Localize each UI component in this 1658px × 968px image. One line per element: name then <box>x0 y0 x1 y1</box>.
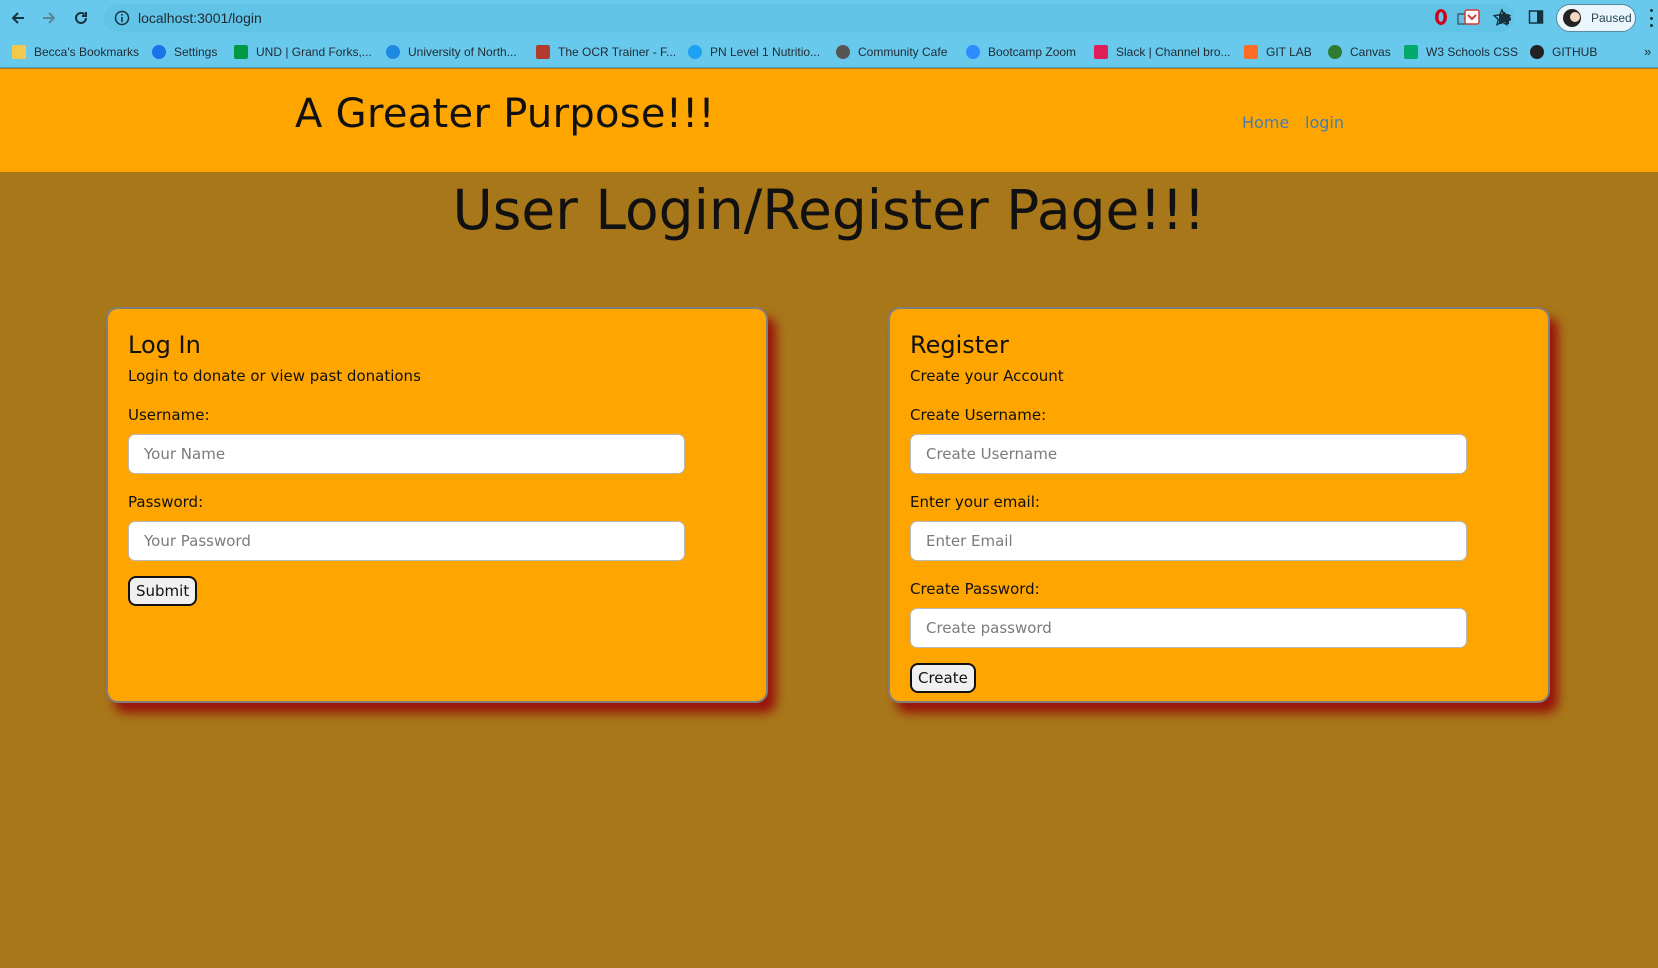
bookmark-item[interactable]: Becca's Bookmarks <box>12 43 139 61</box>
bookmark-label: University of North... <box>408 45 517 59</box>
address-bar[interactable]: localhost:3001/login <box>104 4 1514 32</box>
bookmark-label: UND | Grand Forks,... <box>256 45 372 59</box>
brand-title: A Greater Purpose!!! <box>295 91 715 137</box>
slack-icon <box>1094 45 1108 59</box>
cloud-icon <box>386 45 400 59</box>
bookmark-label: Bootcamp Zoom <box>988 45 1077 59</box>
create-username-label: Create Username: <box>910 406 1047 424</box>
login-card-title: Log In <box>128 331 201 359</box>
bookmark-item[interactable]: UND | Grand Forks,... <box>234 43 372 61</box>
canvas-icon <box>1328 45 1342 59</box>
back-button[interactable] <box>5 5 31 31</box>
bookmark-label: PN Level 1 Nutritio... <box>710 45 821 59</box>
reload-button[interactable] <box>68 5 94 31</box>
extensions-menu[interactable] <box>1494 6 1516 28</box>
bookmark-label: Settings <box>174 45 218 59</box>
side-panel-button[interactable] <box>1525 6 1547 28</box>
page-title: User Login/Register Page!!! <box>452 178 1206 242</box>
ocr-icon <box>536 45 550 59</box>
bookmark-label: Community Cafe <box>858 45 948 59</box>
email-input[interactable] <box>910 521 1467 561</box>
und-icon <box>234 45 248 59</box>
gear-icon <box>152 45 166 59</box>
back-arrow-icon <box>11 12 24 24</box>
bookmark-item[interactable]: The OCR Trainer - F... <box>536 43 676 61</box>
site-header: A Greater Purpose!!! Home login <box>0 69 1658 172</box>
create-password-label: Create Password: <box>910 580 1040 598</box>
forward-button[interactable] <box>36 5 62 31</box>
profile-button[interactable]: Paused <box>1556 4 1636 32</box>
more-bookmarks-icon[interactable]: » <box>1644 44 1651 59</box>
reload-icon <box>75 11 87 24</box>
folder-icon <box>12 45 26 59</box>
bookmark-label: W3 Schools CSS <box>1426 45 1519 59</box>
bookmark-item[interactable]: Community Cafe <box>836 43 947 61</box>
create-button[interactable]: Create <box>910 663 976 693</box>
address-url[interactable]: localhost:3001/login <box>138 10 262 26</box>
shield-extension-icon <box>1435 9 1447 25</box>
pn-icon <box>688 45 702 59</box>
register-card: Register Create your Account Create User… <box>888 307 1550 703</box>
bookmark-item[interactable]: Slack | Channel bro... <box>1094 43 1231 61</box>
github-icon <box>1530 45 1544 59</box>
username-input[interactable] <box>128 434 685 474</box>
bookmark-item[interactable]: GIT LAB <box>1244 43 1312 61</box>
create-password-input[interactable] <box>910 608 1467 648</box>
create-username-input[interactable] <box>910 434 1467 474</box>
bookmark-item[interactable]: GITHUB <box>1530 43 1597 61</box>
w3schools-icon <box>1404 45 1418 59</box>
bookmark-label: Becca's Bookmarks <box>34 45 139 59</box>
browser-toolbar: localhost:3001/login Paused <box>0 0 1658 36</box>
login-card-subtitle: Login to donate or view past donations <box>128 367 421 385</box>
bookmark-label: The OCR Trainer - F... <box>558 45 677 59</box>
bookmark-label: Canvas <box>1350 45 1391 59</box>
password-input[interactable] <box>128 521 685 561</box>
email-label: Enter your email: <box>910 493 1040 511</box>
extension-pocket[interactable] <box>1461 6 1483 28</box>
bookmark-label: GITHUB <box>1552 45 1598 59</box>
bookmark-item[interactable]: University of North... <box>386 43 517 61</box>
gitlab-icon <box>1244 45 1258 59</box>
puzzle-icon <box>1499 12 1511 24</box>
site-info-icon[interactable] <box>114 10 130 26</box>
profile-status: Paused <box>1591 11 1632 25</box>
side-panel-icon <box>1528 10 1544 24</box>
forward-arrow-icon <box>43 12 56 24</box>
bookmark-item[interactable]: Canvas <box>1328 43 1391 61</box>
username-label: Username: <box>128 406 210 424</box>
bookmark-label: Slack | Channel bro... <box>1116 45 1231 59</box>
register-card-subtitle: Create your Account <box>910 367 1064 385</box>
nav-login-link[interactable]: login <box>1305 113 1344 132</box>
chrome-icon <box>836 45 850 59</box>
zoom-icon <box>966 45 980 59</box>
bookmark-label: GIT LAB <box>1266 45 1312 59</box>
bookmarks-bar: Becca's Bookmarks Settings UND | Grand F… <box>0 36 1658 68</box>
password-label: Password: <box>128 493 204 511</box>
bookmark-item[interactable]: PN Level 1 Nutritio... <box>688 43 820 61</box>
nav-home-link[interactable]: Home <box>1242 113 1289 132</box>
submit-button[interactable]: Submit <box>128 576 198 606</box>
extension-shield[interactable] <box>1430 6 1452 28</box>
login-card: Log In Login to donate or view past dona… <box>106 307 768 703</box>
pocket-extension-icon <box>1464 9 1480 25</box>
bookmark-item[interactable]: W3 Schools CSS <box>1404 43 1518 61</box>
register-card-title: Register <box>910 331 1009 359</box>
bookmark-item[interactable]: Settings <box>152 43 217 61</box>
avatar <box>1563 9 1581 27</box>
bookmark-item[interactable]: Bootcamp Zoom <box>966 43 1076 61</box>
browser-menu-icon[interactable] <box>1648 9 1654 27</box>
